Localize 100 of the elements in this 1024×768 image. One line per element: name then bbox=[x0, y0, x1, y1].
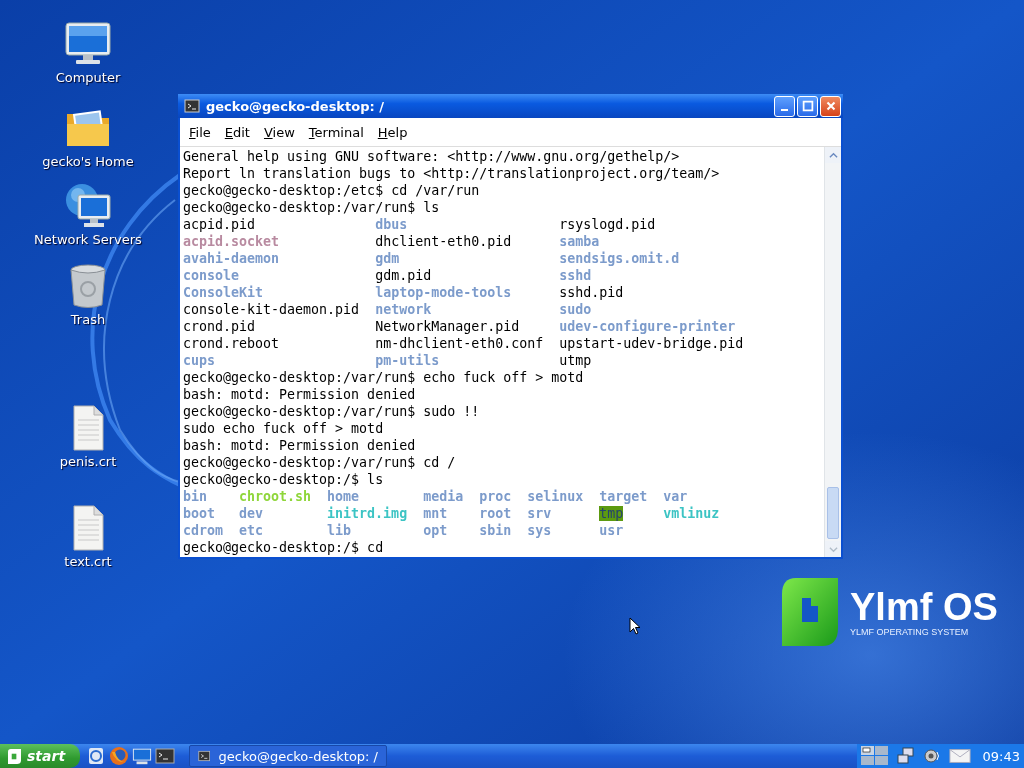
file-name: cdrom bbox=[183, 523, 224, 538]
file-name: media bbox=[423, 489, 464, 504]
window-title-bar[interactable]: gecko@gecko-desktop: / bbox=[178, 94, 843, 118]
terminal-line: sudo echo fuck off > motd bbox=[183, 420, 384, 437]
taskbar-window-button[interactable]: gecko@gecko-desktop: / bbox=[189, 745, 387, 767]
file-name: sshd bbox=[559, 268, 592, 283]
menu-item[interactable]: Help bbox=[372, 122, 413, 142]
file-name: initrd.img bbox=[327, 506, 408, 521]
terminal-icon bbox=[198, 749, 211, 763]
scroll-thumb[interactable] bbox=[827, 487, 839, 539]
terminal-line: Report ln translation bugs to <http://translationproject.org/team/> bbox=[183, 165, 720, 182]
file-name: tmp bbox=[599, 506, 624, 521]
file-name: sudo bbox=[559, 302, 592, 317]
file-name: opt bbox=[423, 523, 448, 538]
minimize-button[interactable] bbox=[774, 95, 795, 117]
maximize-icon bbox=[800, 99, 815, 113]
terminal-line: gecko@gecko-desktop:/var/run$ cd / bbox=[183, 454, 456, 471]
terminal-line: General help using GNU software: <http://www.gnu.org/gethelp/> bbox=[183, 148, 680, 165]
file-name: selinux bbox=[527, 489, 584, 504]
terminal-icon bbox=[184, 98, 200, 114]
terminal-line: gecko@gecko-desktop:/$ ls bbox=[183, 471, 384, 488]
logo-name: Ylmf OS bbox=[850, 587, 998, 627]
window-title: gecko@gecko-desktop: / bbox=[206, 98, 385, 114]
terminal-icon[interactable] bbox=[155, 746, 175, 766]
terminal-line: bash: motd: Permission denied bbox=[183, 437, 416, 454]
file-name: udev-configure-printer bbox=[559, 319, 736, 334]
file-name: rsyslogd.pid bbox=[559, 217, 656, 232]
logo-tagline: YLMF OPERATING SYSTEM bbox=[850, 627, 970, 637]
terminal-line: gecko@gecko-desktop:/var/run$ echo fuck off > motd bbox=[183, 369, 584, 386]
file-name: root bbox=[479, 506, 512, 521]
browser-icon[interactable] bbox=[109, 746, 129, 766]
menu-item[interactable]: Terminal bbox=[303, 122, 369, 142]
file-name: lib bbox=[327, 523, 352, 538]
file-name: laptop-mode-tools bbox=[375, 285, 512, 300]
file-name: crond.reboot bbox=[183, 336, 280, 351]
desktop-icon-label[interactable]: text.crt bbox=[64, 554, 112, 569]
terminal-line: bash: motd: Permission denied bbox=[183, 386, 416, 403]
speaker-icon[interactable] bbox=[922, 747, 941, 765]
file-name: boot bbox=[183, 506, 216, 521]
file-name: pm-utils bbox=[375, 353, 440, 368]
file-name: sendsigs.omit.d bbox=[559, 251, 680, 266]
scrollbar[interactable] bbox=[824, 147, 841, 557]
network-icon[interactable] bbox=[896, 747, 915, 765]
maximize-button[interactable] bbox=[797, 95, 818, 117]
terminal-line: gecko@gecko-desktop:/etc$ cd /var/run bbox=[183, 182, 480, 199]
clock: 09:43 bbox=[982, 748, 1020, 764]
desktop-icon-label[interactable]: gecko's Home bbox=[42, 154, 134, 169]
file-name: home bbox=[327, 489, 360, 504]
file-name: gdm bbox=[375, 251, 400, 266]
terminal-line: gecko@gecko-desktop:/var/run$ sudo !! bbox=[183, 403, 480, 420]
file-name: NetworkManager.pid bbox=[375, 319, 520, 334]
minimize-icon bbox=[781, 109, 788, 111]
file-name: proc bbox=[479, 489, 512, 504]
workspace-switcher-icon[interactable] bbox=[860, 746, 889, 766]
file-name: upstart-udev-bridge.pid bbox=[559, 336, 744, 351]
mouse-pointer-icon bbox=[629, 617, 641, 635]
file-name: utmp bbox=[559, 353, 592, 368]
file-name: bin bbox=[183, 489, 208, 504]
file-name: target bbox=[599, 489, 648, 504]
desktop-icon-label[interactable]: Computer bbox=[55, 70, 121, 85]
file-name: var bbox=[663, 489, 688, 504]
terminal-line: gecko@gecko-desktop:/$ cd bbox=[183, 539, 384, 556]
menu-item[interactable]: File bbox=[184, 122, 216, 142]
file-name: cups bbox=[183, 353, 216, 368]
file-name: dev bbox=[239, 506, 264, 521]
file-name: sbin bbox=[479, 523, 512, 538]
menu-item[interactable]: View bbox=[258, 122, 300, 142]
file-name: gdm.pid bbox=[375, 268, 432, 283]
leaf-logo-icon bbox=[782, 578, 838, 646]
file-name: sys bbox=[527, 523, 552, 538]
file-name: crond.pid bbox=[183, 319, 256, 334]
file-name: network bbox=[375, 302, 432, 317]
file-name: sshd.pid bbox=[559, 285, 624, 300]
file-name: dhclient-eth0.pid bbox=[375, 234, 512, 249]
file-name: etc bbox=[239, 523, 264, 538]
desktop-icon[interactable] bbox=[132, 746, 152, 766]
file-name: console-kit-daemon.pid bbox=[183, 302, 360, 317]
scroll-up-button[interactable] bbox=[825, 147, 841, 163]
file-name: nm-dhclient-eth0.conf bbox=[375, 336, 544, 351]
file-name: srv bbox=[527, 506, 552, 521]
chevron-down-icon bbox=[828, 544, 838, 554]
desktop-icon-label[interactable]: penis.crt bbox=[59, 454, 117, 469]
chevron-up-icon bbox=[828, 150, 838, 160]
file-name: mnt bbox=[423, 506, 448, 521]
file-name: acpid.socket bbox=[183, 234, 280, 249]
file-name: acpid.pid bbox=[183, 217, 256, 232]
file-name: console bbox=[183, 268, 240, 283]
file-name: samba bbox=[559, 234, 600, 249]
menu-item[interactable]: Edit bbox=[219, 122, 255, 142]
terminal-line: gecko@gecko-desktop:/var/run$ ls bbox=[183, 199, 440, 216]
desktop-icon-label[interactable]: Trash bbox=[70, 312, 106, 327]
file-name: dbus bbox=[375, 217, 408, 232]
close-button[interactable] bbox=[820, 95, 841, 117]
mail-icon[interactable] bbox=[948, 748, 971, 764]
leaf-icon bbox=[8, 748, 21, 764]
file-name: usr bbox=[599, 523, 624, 538]
desktop-icon-label[interactable]: Network Servers bbox=[34, 232, 142, 247]
file-name: ConsoleKit bbox=[183, 285, 264, 300]
file-name: chroot.sh bbox=[239, 489, 312, 504]
network-computer-icon[interactable] bbox=[64, 182, 112, 230]
